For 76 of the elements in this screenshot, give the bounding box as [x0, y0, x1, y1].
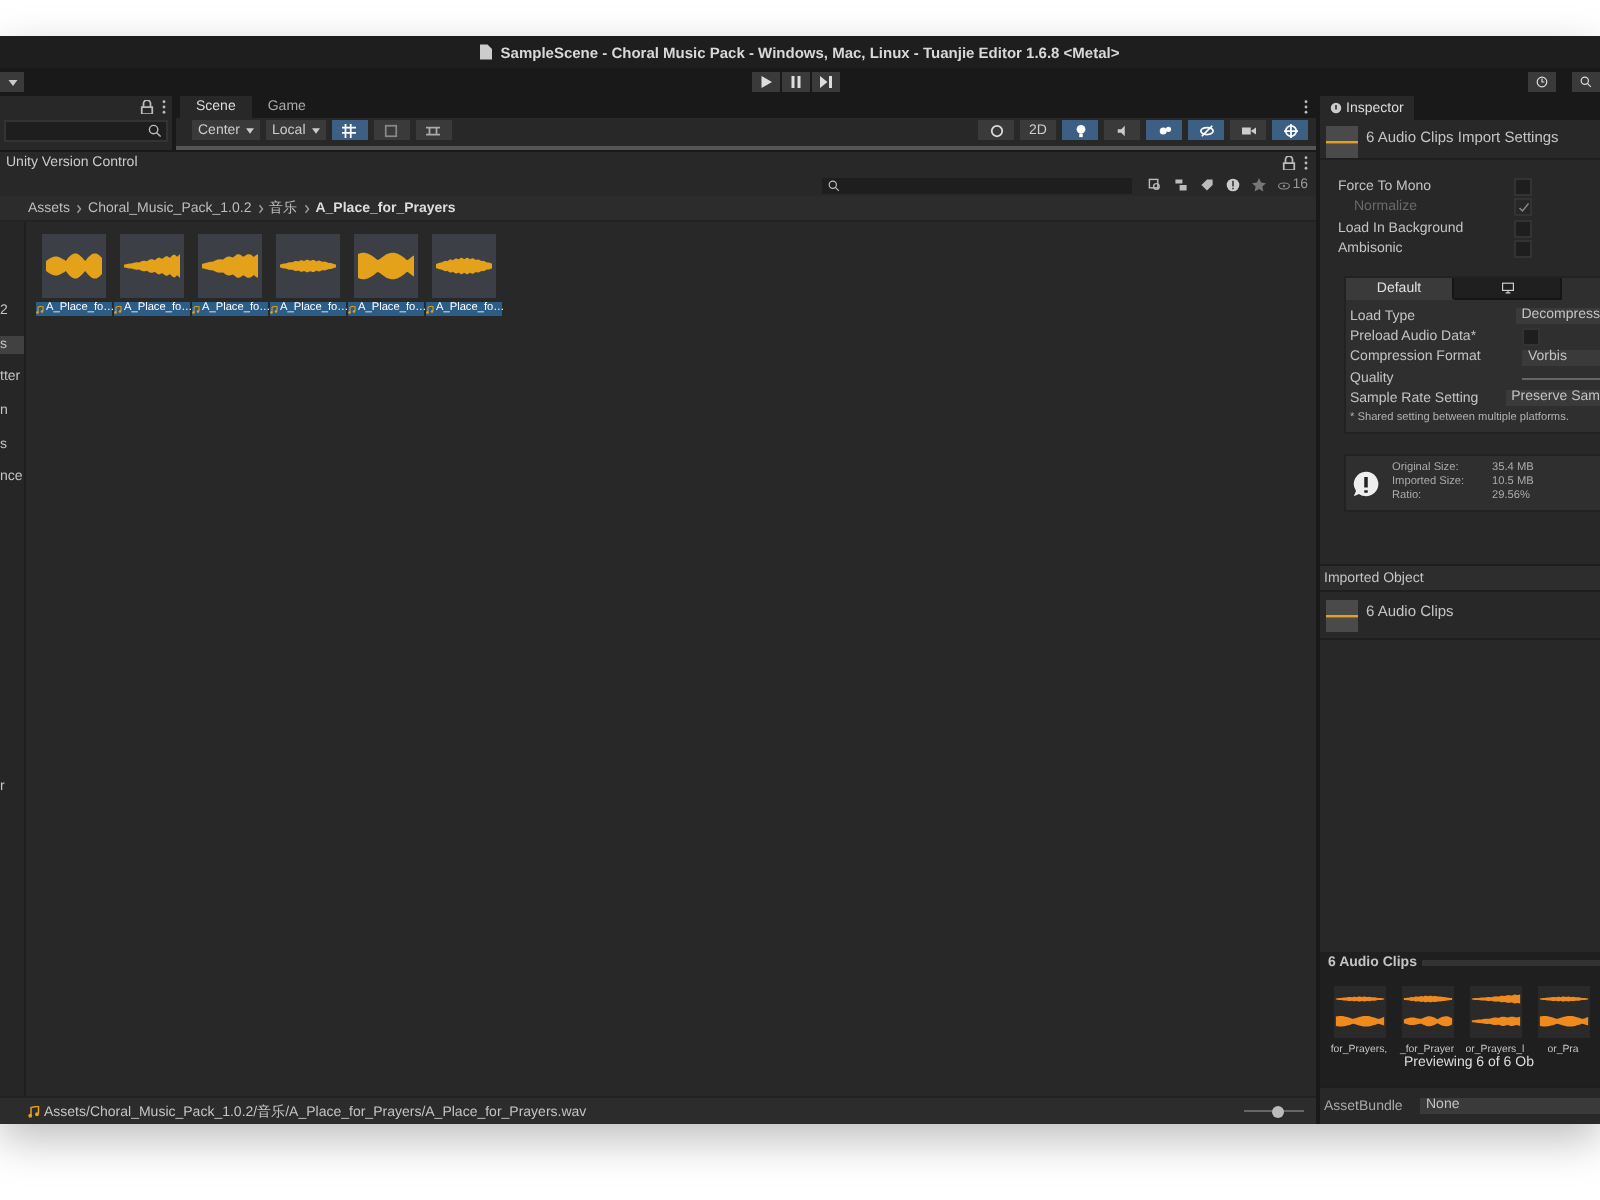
- clock-icon: [1536, 76, 1548, 88]
- grid-icon: [342, 123, 357, 137]
- platform-tab[interactable]: [1454, 278, 1562, 300]
- waveform-thumbnail[interactable]: [120, 234, 184, 298]
- caret-icon: [7, 79, 17, 85]
- music-note-icon: [114, 305, 122, 313]
- camera-button[interactable]: [1230, 120, 1266, 140]
- project-search-field[interactable]: [822, 177, 1133, 193]
- hierarchy-search-field[interactable]: [4, 120, 168, 142]
- warning-circle-icon[interactable]: [1226, 178, 1241, 192]
- label-tag-icon[interactable]: [1200, 178, 1215, 192]
- music-note-icon: [426, 305, 434, 313]
- search-button[interactable]: [1572, 72, 1600, 92]
- lock-icon[interactable]: [1282, 156, 1296, 170]
- step-icon: [820, 76, 832, 88]
- music-note-icon: [348, 305, 356, 313]
- sphere-icon: [989, 123, 1003, 137]
- star-icon[interactable]: [1252, 178, 1267, 192]
- search-icon: [1580, 76, 1592, 88]
- waveform-thumbnail[interactable]: [276, 234, 340, 298]
- waveform-thumbnail[interactable]: [42, 234, 106, 298]
- layout-dropdown[interactable]: [0, 72, 24, 92]
- music-note-icon: [192, 305, 200, 313]
- chevron-icon: [76, 203, 83, 213]
- search-icon: [828, 179, 841, 191]
- lighting-button[interactable]: [1062, 120, 1098, 140]
- chevron-icon: [303, 203, 310, 213]
- audio-clip-icon: [1326, 600, 1358, 633]
- hidden-objects-button[interactable]: [1188, 120, 1224, 140]
- caret-icon: [246, 127, 255, 133]
- waveform-thumbnail[interactable]: [354, 234, 418, 298]
- info-bubble-icon: [1352, 469, 1380, 498]
- effects-icon: [1157, 123, 1171, 137]
- music-note-icon: [270, 305, 278, 313]
- camera-icon: [1241, 123, 1255, 137]
- waveform-preview: [1537, 986, 1589, 1038]
- increment-snap-button[interactable]: [373, 120, 410, 140]
- waveform-thumbnail[interactable]: [198, 234, 262, 298]
- eye-icon: [1278, 179, 1291, 191]
- search-options-icon[interactable]: [1148, 178, 1163, 192]
- chevron-icon: [257, 203, 264, 213]
- waveform-preview: [1401, 986, 1453, 1038]
- play-icon: [760, 76, 772, 88]
- grid-snap-button[interactable]: [331, 120, 368, 140]
- gizmos-button[interactable]: [1272, 120, 1308, 140]
- slider-thumb[interactable]: [1271, 1105, 1283, 1117]
- checkbox[interactable]: [1522, 327, 1540, 346]
- lock-icon[interactable]: [140, 100, 154, 114]
- crosshair-icon: [1283, 123, 1297, 137]
- waveform-preview: [1469, 986, 1521, 1038]
- music-note-icon: [28, 1105, 40, 1117]
- effects-button[interactable]: [1146, 120, 1182, 140]
- waveform-thumbnail[interactable]: [432, 234, 496, 298]
- speaker-icon: [1115, 123, 1129, 137]
- shading-mode-button[interactable]: [978, 120, 1014, 140]
- waveform-preview: [1333, 986, 1385, 1038]
- audio-clip-icon: [1326, 126, 1358, 158]
- eye-slash-icon: [1199, 123, 1213, 137]
- step-button[interactable]: [812, 72, 840, 92]
- square-icon: [384, 123, 399, 137]
- filter-type-icon[interactable]: [1174, 178, 1189, 192]
- play-button[interactable]: [752, 72, 780, 92]
- history-button[interactable]: [1528, 72, 1556, 92]
- grid-visibility-button[interactable]: [415, 120, 452, 140]
- scene-file-icon: [480, 44, 493, 60]
- zoom-slider[interactable]: [1244, 1105, 1304, 1117]
- pause-button[interactable]: [782, 72, 810, 92]
- pause-icon: [790, 76, 802, 88]
- info-icon: [1330, 102, 1342, 114]
- audio-button[interactable]: [1104, 120, 1140, 140]
- search-icon: [148, 124, 162, 138]
- monitor-icon: [1501, 282, 1513, 294]
- grid-icon: [426, 123, 441, 137]
- caret-icon: [311, 127, 320, 133]
- music-note-icon: [36, 305, 44, 313]
- light-bulb-icon: [1073, 123, 1087, 137]
